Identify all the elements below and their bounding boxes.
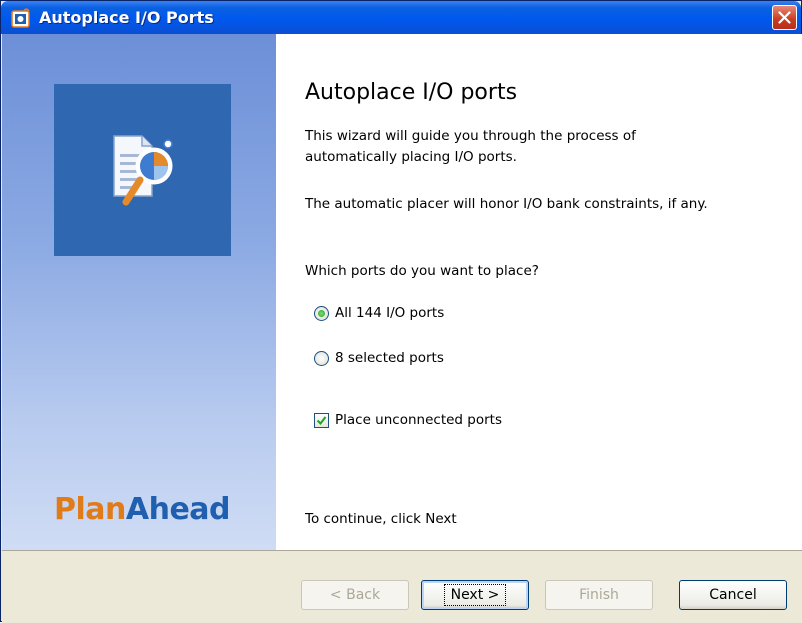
checkbox-box[interactable] bbox=[314, 412, 329, 428]
cancel-button-label: Cancel bbox=[709, 587, 757, 603]
button-bar: < Back Next > Finish Cancel bbox=[2, 550, 802, 623]
place-unconnected-checkbox[interactable]: Place unconnected ports bbox=[314, 412, 502, 428]
wizard-side-banner: PlanAhead bbox=[2, 34, 276, 550]
next-button-label: Next > bbox=[443, 584, 507, 606]
back-button-label: < Back bbox=[329, 587, 381, 603]
wizard-content: PlanAhead Autoplace I/O ports This wizar… bbox=[2, 34, 802, 550]
next-button[interactable]: Next > bbox=[421, 580, 529, 610]
question-label: Which ports do you want to place? bbox=[305, 263, 539, 279]
checkmark-icon bbox=[316, 415, 327, 425]
radio-all-ports-label: All 144 I/O ports bbox=[335, 305, 445, 321]
window-title: Autoplace I/O Ports bbox=[39, 8, 214, 27]
intro-text-line-2: automatically placing I/O ports. bbox=[305, 149, 517, 165]
place-unconnected-label: Place unconnected ports bbox=[335, 412, 502, 428]
close-button[interactable] bbox=[772, 5, 797, 30]
brand-part-ahead: Ahead bbox=[125, 492, 231, 527]
wizard-document-magnifier-icon bbox=[113, 135, 173, 206]
close-icon bbox=[778, 11, 791, 24]
brand-part-plan: Plan bbox=[54, 492, 126, 527]
radio-icon[interactable] bbox=[314, 350, 329, 366]
radio-selected-dot bbox=[318, 309, 325, 317]
wizard-window: Autoplace I/O Ports PlanAhead Autoplace … bbox=[0, 0, 802, 623]
radio-selected-ports-label: 8 selected ports bbox=[335, 350, 444, 366]
planahead-logo: PlanAhead bbox=[54, 492, 231, 527]
banner-icon-tile bbox=[54, 84, 231, 256]
radio-icon[interactable] bbox=[314, 305, 329, 321]
continue-hint: To continue, click Next bbox=[305, 511, 457, 527]
back-button[interactable]: < Back bbox=[301, 580, 409, 610]
cancel-button[interactable]: Cancel bbox=[679, 580, 787, 610]
intro-text-line-1: This wizard will guide you through the p… bbox=[305, 128, 636, 144]
finish-button-label: Finish bbox=[579, 587, 619, 603]
radio-all-ports[interactable]: All 144 I/O ports bbox=[314, 305, 444, 321]
radio-selected-ports[interactable]: 8 selected ports bbox=[314, 350, 444, 366]
constraints-note: The automatic placer will honor I/O bank… bbox=[305, 196, 708, 212]
page-title: Autoplace I/O ports bbox=[305, 80, 518, 105]
title-bar[interactable]: Autoplace I/O Ports bbox=[1, 1, 801, 34]
finish-button[interactable]: Finish bbox=[545, 580, 653, 610]
app-icon bbox=[11, 8, 30, 28]
